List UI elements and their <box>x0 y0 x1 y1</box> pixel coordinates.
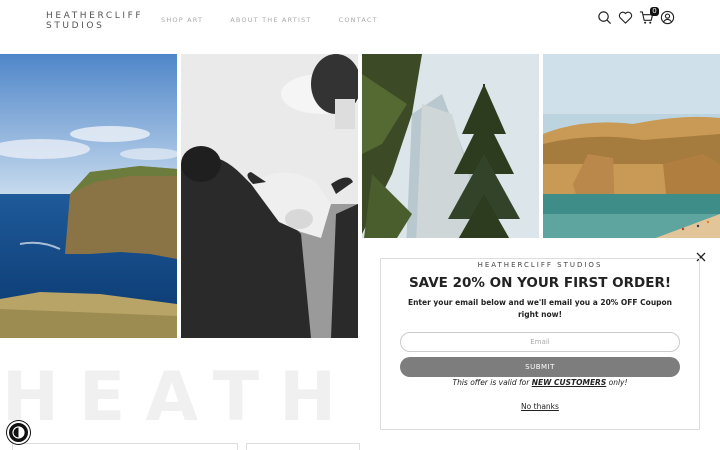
popup-subtitle: Enter your email below and we'll email y… <box>407 298 673 319</box>
gallery-image-coast[interactable] <box>0 54 177 338</box>
offer-note: This offer is valid for NEW CUSTOMERS on… <box>360 378 720 387</box>
offer-prefix: This offer is valid for <box>452 378 532 387</box>
site-logo[interactable]: HEATHERCLIFF STUDIOS <box>46 11 143 31</box>
email-signup-popup: HEATHERCLIFF STUDIOS SAVE 20% ON YOUR FI… <box>360 238 720 450</box>
account-icon[interactable] <box>660 10 675 25</box>
main-nav: SHOP ART ABOUT THE ARTIST CONTACT <box>161 16 405 24</box>
accessibility-icon[interactable] <box>7 421 30 444</box>
logo-line-2: STUDIOS <box>46 21 105 31</box>
nav-contact[interactable]: CONTACT <box>339 16 378 24</box>
nav-about-artist[interactable]: ABOUT THE ARTIST <box>230 16 311 24</box>
site-header: HEATHERCLIFF STUDIOS SHOP ART ABOUT THE … <box>0 0 720 54</box>
email-input[interactable] <box>400 332 680 352</box>
heart-icon[interactable] <box>618 10 633 25</box>
no-thanks-link[interactable]: No thanks <box>360 402 720 411</box>
cart-icon[interactable]: 0 <box>639 7 659 25</box>
nav-shop-art[interactable]: SHOP ART <box>161 16 203 24</box>
search-icon[interactable] <box>597 10 612 25</box>
popup-brand-text: HEATHERCLIFF STUDIOS <box>469 261 611 269</box>
gallery-image-cows[interactable] <box>181 54 358 338</box>
product-card-1[interactable] <box>12 443 238 450</box>
popup-title: SAVE 20% ON YOUR FIRST ORDER! <box>408 275 672 291</box>
offer-new-customers: NEW CUSTOMERS <box>531 378 607 387</box>
header-icons: 0 <box>597 7 675 25</box>
popup-brand: HEATHERCLIFF STUDIOS <box>360 252 720 271</box>
logo-line-1: HEATHERCLIFF <box>46 11 144 21</box>
product-card-2[interactable] <box>246 443 360 450</box>
submit-button[interactable]: SUBMIT <box>400 357 680 377</box>
offer-suffix: only! <box>606 378 628 387</box>
cart-count-badge: 0 <box>650 7 659 16</box>
